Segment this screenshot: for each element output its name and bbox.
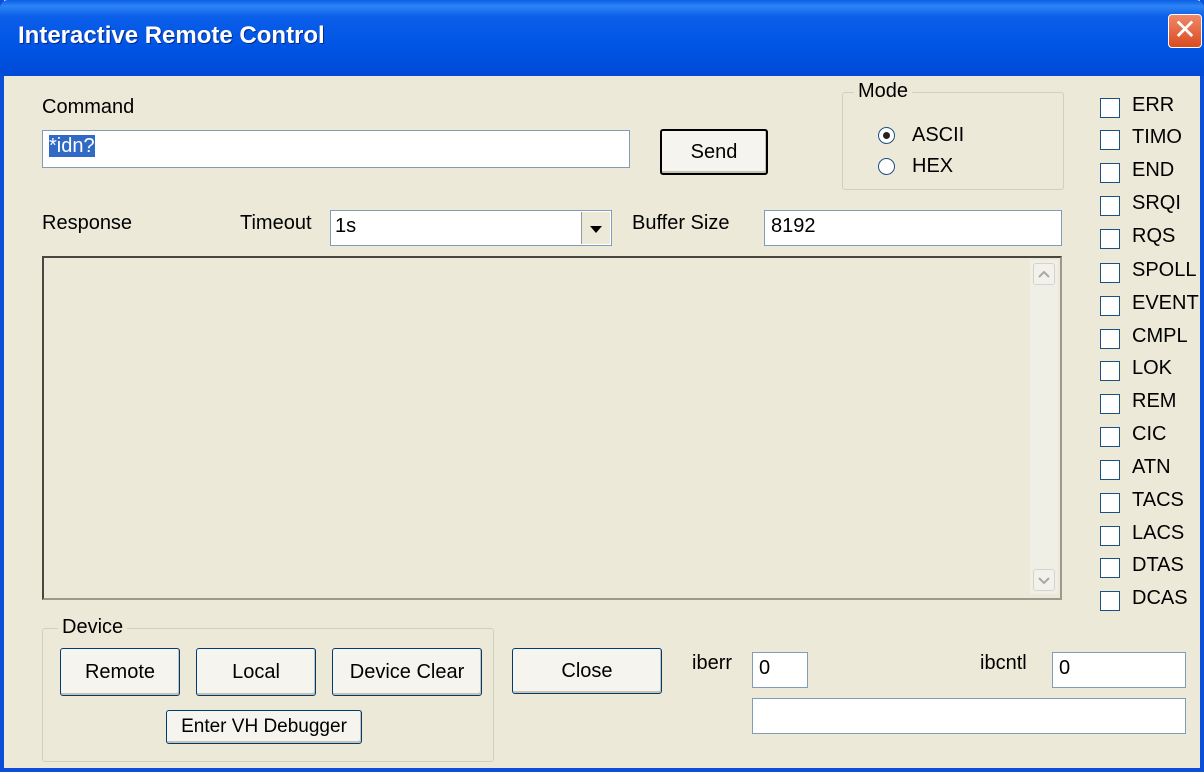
ascii-radio[interactable] (878, 127, 895, 144)
flag-label: SRQI (1132, 192, 1181, 214)
close-button[interactable]: Close (512, 648, 662, 694)
flag-label: DTAS (1132, 554, 1184, 576)
command-input-value: *idn? (49, 135, 95, 157)
flag-checkbox[interactable] (1100, 296, 1120, 316)
flag-checkbox[interactable] (1100, 526, 1120, 546)
flag-label: DCAS (1132, 587, 1188, 609)
enter-vh-debugger-button[interactable]: Enter VH Debugger (166, 710, 362, 744)
flag-checkbox[interactable] (1100, 130, 1120, 150)
flag-checkbox[interactable] (1100, 361, 1120, 381)
flag-checkbox[interactable] (1100, 196, 1120, 216)
flag-checkbox[interactable] (1100, 229, 1120, 249)
close-window-button[interactable]: ✕ (1168, 14, 1202, 48)
command-label: Command (42, 96, 135, 118)
flag-checkbox[interactable] (1100, 591, 1120, 611)
response-scrollbar[interactable] (1030, 260, 1058, 594)
timeout-dropdown-button[interactable] (581, 212, 610, 244)
buffer-size-input[interactable]: 8192 (764, 210, 1062, 246)
flag-checkbox[interactable] (1100, 394, 1120, 414)
flag-label: ATN (1132, 456, 1171, 478)
command-input[interactable]: *idn? (42, 130, 630, 168)
flag-checkbox[interactable] (1100, 98, 1120, 118)
flag-label: RQS (1132, 225, 1176, 247)
flag-label: CMPL (1132, 325, 1188, 347)
hex-radio-label: HEX (912, 155, 954, 177)
iberr-label: iberr (692, 652, 733, 674)
flag-checkbox[interactable] (1100, 493, 1120, 513)
flag-checkbox[interactable] (1100, 163, 1120, 183)
chevron-down-icon (590, 226, 602, 233)
device-clear-button[interactable]: Device Clear (332, 648, 482, 696)
flag-label: END (1132, 159, 1175, 181)
title-bar[interactable]: Interactive Remote Control ✕ (0, 0, 1204, 76)
flag-checkbox[interactable] (1100, 329, 1120, 349)
flag-checkbox[interactable] (1100, 263, 1120, 283)
flag-label: LOK (1132, 357, 1173, 379)
flag-checkbox[interactable] (1100, 558, 1120, 578)
flag-checkbox[interactable] (1100, 460, 1120, 480)
buffer-size-value: 8192 (771, 215, 816, 237)
ascii-radio-label: ASCII (912, 124, 965, 146)
chevron-up-icon (1038, 270, 1050, 278)
timeout-select[interactable]: 1s (330, 210, 612, 246)
flag-label: REM (1132, 390, 1177, 412)
ibcntl-label: ibcntl (980, 652, 1027, 674)
response-textarea[interactable] (42, 256, 1062, 600)
iberr-field[interactable]: 0 (752, 652, 808, 688)
local-button[interactable]: Local (196, 648, 316, 696)
flag-label: EVENT (1132, 292, 1199, 314)
flag-label: ERR (1132, 94, 1175, 116)
scroll-down-button[interactable] (1033, 569, 1055, 591)
status-message-field[interactable] (752, 698, 1186, 734)
device-label: Device (58, 616, 128, 639)
ibcntl-field[interactable]: 0 (1052, 652, 1186, 688)
flag-label: SPOLL (1132, 259, 1197, 281)
buffer-size-label: Buffer Size (632, 212, 730, 234)
send-button[interactable]: Send (660, 129, 768, 175)
flag-label: LACS (1132, 522, 1185, 544)
remote-button[interactable]: Remote (60, 648, 180, 696)
flag-label: TACS (1132, 489, 1184, 511)
interactive-remote-control-window: Interactive Remote Control ✕ Command *id… (0, 0, 1204, 772)
flag-label: CIC (1132, 423, 1167, 445)
radio-selected-dot-icon (883, 132, 890, 139)
flag-label: TIMO (1132, 126, 1182, 148)
close-icon: ✕ (1173, 14, 1197, 45)
iberr-value: 0 (759, 657, 771, 679)
ibcntl-value: 0 (1059, 657, 1071, 679)
chevron-down-icon (1038, 577, 1050, 585)
mode-label: Mode (854, 80, 913, 103)
response-label: Response (42, 212, 133, 234)
hex-radio[interactable] (878, 158, 895, 175)
flag-checkbox[interactable] (1100, 427, 1120, 447)
timeout-value: 1s (335, 215, 357, 237)
window-title: Interactive Remote Control (18, 22, 325, 49)
scroll-up-button[interactable] (1033, 263, 1055, 285)
timeout-label: Timeout (240, 212, 312, 234)
